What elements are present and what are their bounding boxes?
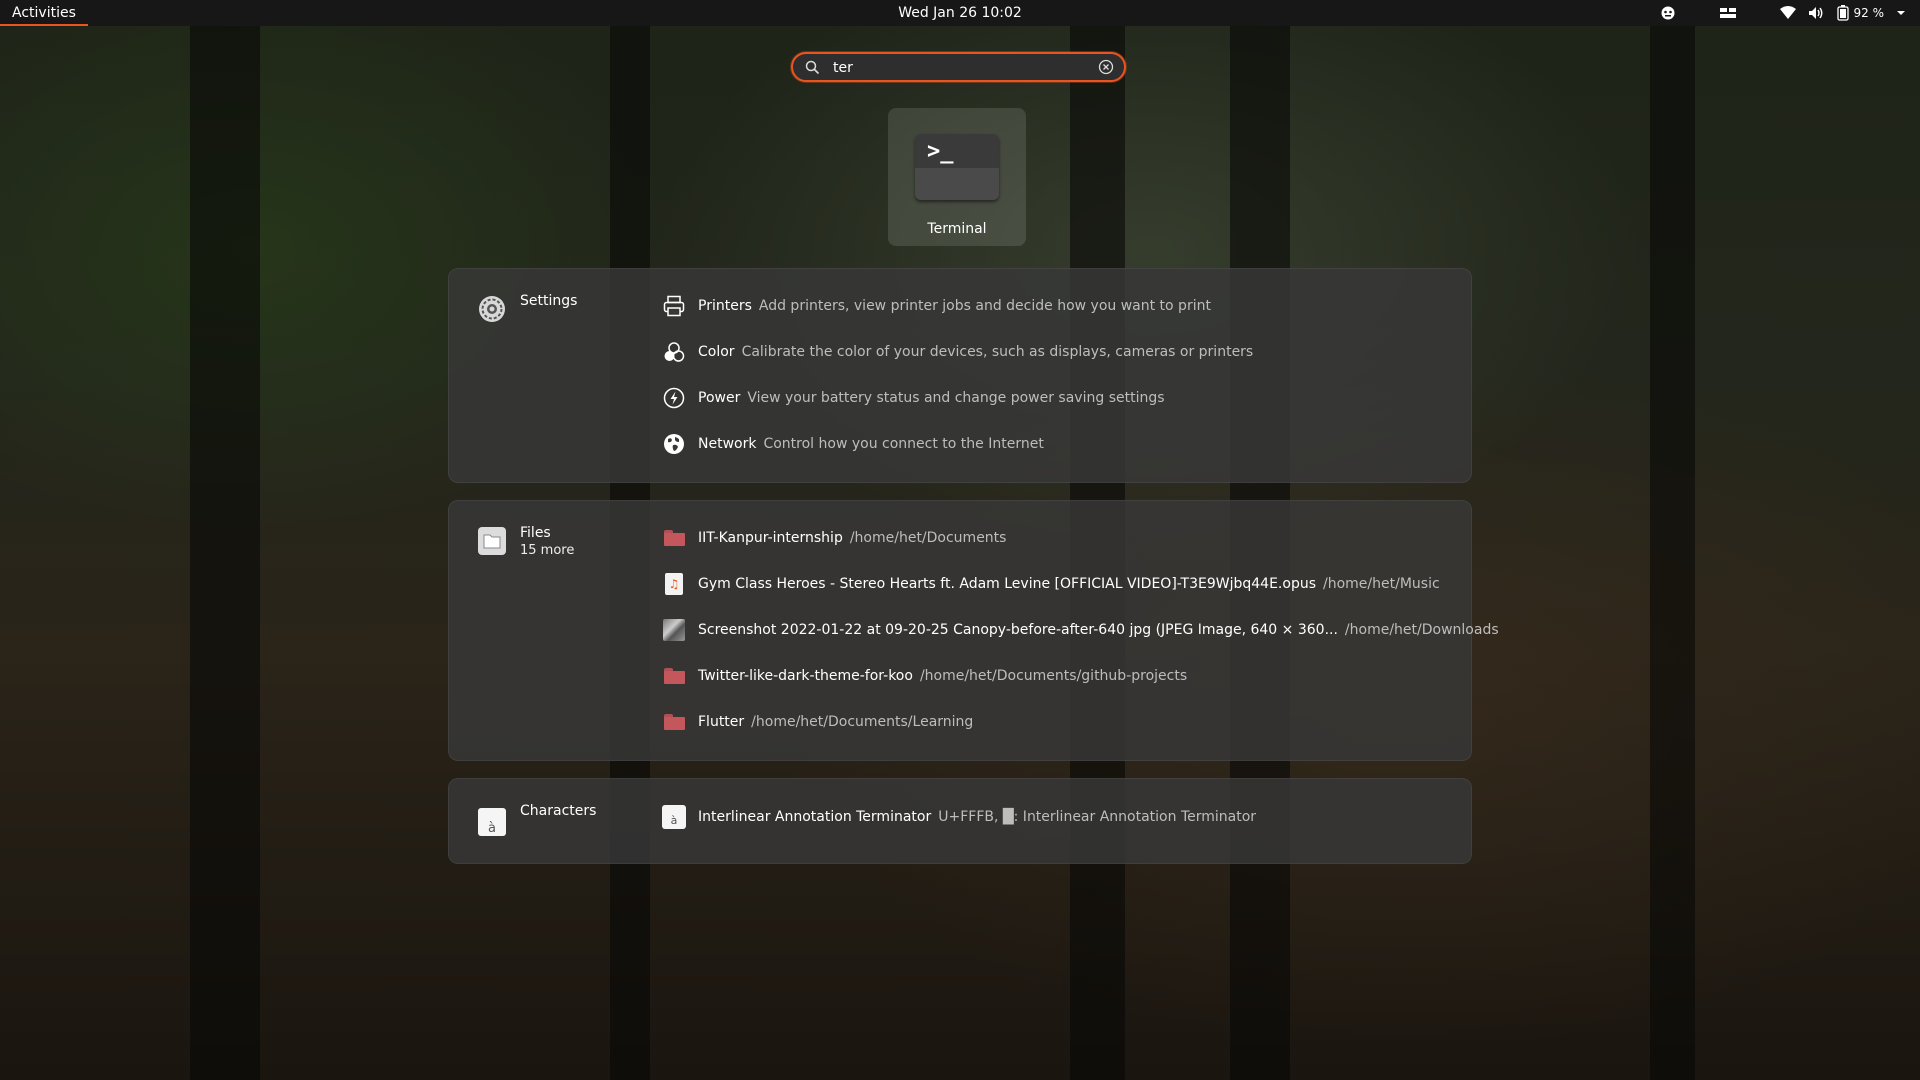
file-result[interactable]: ♫ Gym Class Heroes - Stereo Hearts ft. A… (662, 572, 1440, 596)
settings-result-network[interactable]: Network Control how you connect to the I… (662, 432, 1044, 456)
files-results-panel: Files 15 more IIT-Kanpur-internship /hom… (448, 500, 1499, 761)
character-result[interactable]: à Interlinear Annotation Terminator U+FF… (662, 805, 1256, 829)
result-title: Interlinear Annotation Terminator (698, 809, 932, 825)
file-result[interactable]: Twitter-like-dark-theme-for-koo /home/he… (662, 664, 1187, 688)
settings-result-color[interactable]: Color Calibrate the color of your device… (662, 340, 1253, 364)
result-description: /home/het/Documents (849, 530, 1007, 546)
terminal-icon: >_ (915, 134, 999, 200)
result-description: View your battery status and change powe… (747, 390, 1165, 406)
result-description: /home/het/Documents/github-projects (919, 668, 1188, 684)
wallpaper-trunk (1650, 26, 1695, 1080)
settings-result-power[interactable]: Power View your battery status and chang… (662, 386, 1165, 410)
system-tray[interactable]: 92 % (1660, 0, 1907, 26)
provider-name-characters[interactable]: Characters (520, 803, 596, 819)
globe-icon (662, 432, 686, 456)
wallpaper-trunk (190, 26, 260, 1080)
power-icon (662, 386, 686, 410)
character-icon: à (662, 805, 686, 829)
app-indicator-icon[interactable] (1660, 5, 1676, 21)
result-description: Control how you connect to the Internet (763, 436, 1044, 452)
result-title: Gym Class Heroes - Stereo Hearts ft. Ada… (698, 576, 1317, 592)
folder-icon (662, 526, 686, 550)
chevron-down-icon[interactable] (1896, 9, 1906, 17)
battery-percentage[interactable]: 92 % (1854, 6, 1885, 20)
result-description: /home/het/Music (1323, 576, 1440, 592)
image-thumbnail-icon (662, 618, 686, 642)
result-description: Calibrate the color of your devices, suc… (741, 344, 1254, 360)
result-description: Add printers, view printer jobs and deci… (758, 298, 1211, 314)
settings-result-printers[interactable]: Printers Add printers, view printer jobs… (662, 294, 1211, 318)
search-input[interactable] (831, 57, 1085, 79)
svg-text:à: à (488, 821, 496, 836)
keyboard-layout-icon[interactable] (1719, 7, 1736, 19)
files-icon[interactable] (477, 526, 507, 556)
file-result[interactable]: Flutter /home/het/Documents/Learning (662, 710, 973, 734)
provider-name-files[interactable]: Files (520, 525, 551, 541)
provider-name-settings[interactable]: Settings (520, 293, 577, 309)
file-result[interactable]: IIT-Kanpur-internship /home/het/Document… (662, 526, 1006, 550)
characters-icon[interactable]: à (477, 807, 507, 837)
result-title: Printers (698, 298, 752, 314)
result-title: Network (698, 436, 757, 452)
file-result[interactable]: Screenshot 2022-01-22 at 09-20-25 Canopy… (662, 618, 1499, 642)
volume-icon[interactable] (1808, 6, 1824, 20)
result-description: U+FFFB, █: Interlinear Annotation Termin… (938, 809, 1257, 825)
search-icon (805, 60, 820, 79)
settings-results-panel: Settings Printers Add printers, view pri… (448, 268, 1472, 483)
gear-icon[interactable] (477, 294, 507, 324)
provider-more-count: 15 more (520, 543, 575, 558)
clock[interactable]: Wed Jan 26 10:02 (0, 0, 1920, 26)
wifi-icon[interactable] (1779, 6, 1796, 20)
result-title: Color (698, 344, 735, 360)
result-title: Power (698, 390, 741, 406)
result-title: Flutter (698, 714, 745, 730)
search-entry[interactable] (791, 52, 1126, 82)
color-icon (662, 340, 686, 364)
printer-icon (662, 294, 686, 318)
result-title: Screenshot 2022-01-22 at 09-20-25 Canopy… (698, 622, 1338, 638)
result-description: /home/het/Documents/Learning (751, 714, 974, 730)
folder-icon (662, 664, 686, 688)
result-title: IIT-Kanpur-internship (698, 530, 843, 546)
app-result-terminal[interactable]: >_ Terminal (888, 108, 1026, 246)
audio-file-icon: ♫ (662, 572, 686, 596)
result-description: /home/het/Downloads (1344, 622, 1499, 638)
top-bar: Activities Wed Jan 26 10:02 92 % (0, 0, 1920, 26)
battery-icon[interactable] (1836, 5, 1850, 21)
result-title: Twitter-like-dark-theme-for-koo (698, 668, 913, 684)
folder-icon (662, 710, 686, 734)
clear-search-icon[interactable] (1098, 59, 1114, 79)
characters-results-panel: à Characters à Interlinear Annotation Te… (448, 778, 1472, 864)
app-result-label: Terminal (927, 221, 987, 237)
